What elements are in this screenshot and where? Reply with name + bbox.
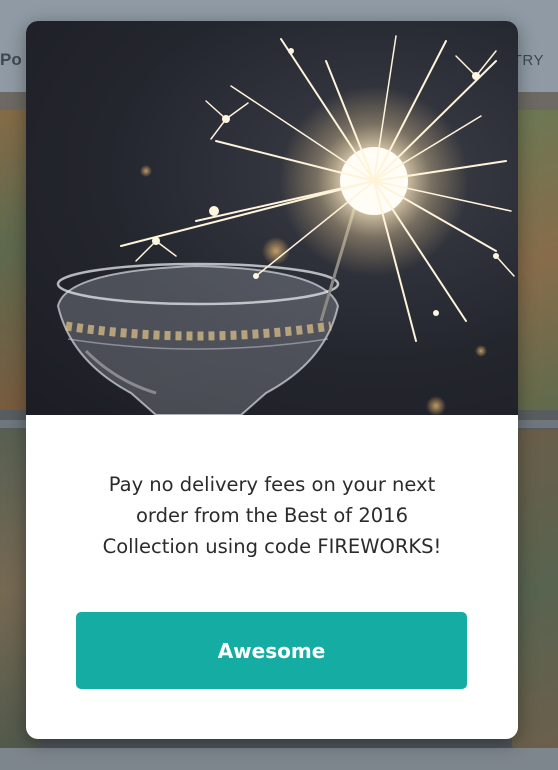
sparkler-illustration (56, 35, 515, 415)
promo-message-line: Collection using code FIREWORKS! (102, 535, 442, 558)
background-bottom-strip (0, 748, 558, 770)
sparkler-hero-image (26, 21, 518, 415)
background-food-image (512, 110, 558, 410)
background-tab-left: Po (0, 50, 22, 69)
awesome-button[interactable]: Awesome (76, 612, 467, 689)
promo-message: Pay no delivery fees on your next order … (56, 469, 488, 562)
promo-modal: Pay no delivery fees on your next order … (26, 21, 518, 739)
background-food-image (512, 430, 558, 750)
champagne-glass (56, 262, 340, 415)
promo-message-line: Pay no delivery fees on your next (108, 473, 436, 496)
promo-message-line: order from the Best of 2016 (136, 504, 408, 527)
